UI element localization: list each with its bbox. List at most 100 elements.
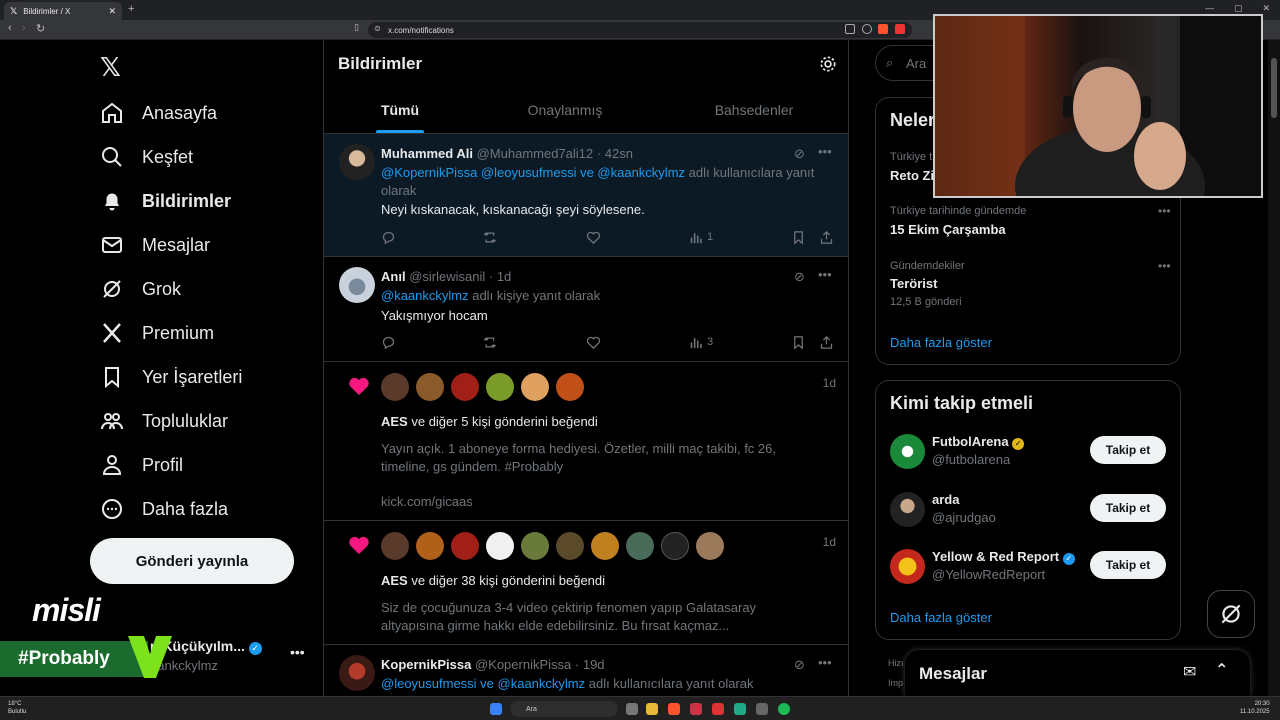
reply-notification[interactable]: Muhammed Ali @Muhammed7ali12 · 42sn ⊘ ••… bbox=[324, 134, 848, 257]
close-icon[interactable]: ✕ bbox=[108, 6, 116, 17]
avatar[interactable] bbox=[381, 373, 409, 401]
more-options-icon[interactable]: ••• bbox=[818, 655, 832, 670]
bookmark-icon[interactable] bbox=[791, 335, 806, 350]
sidebar-item-profile[interactable]: Profil bbox=[100, 445, 183, 485]
avatar[interactable] bbox=[381, 532, 409, 560]
repost-icon[interactable] bbox=[483, 230, 498, 245]
like-icon[interactable] bbox=[586, 230, 601, 245]
reply-notification[interactable]: Anıl @sirlewisanil · 1d ⊘ ••• @kaankckyl… bbox=[324, 257, 848, 362]
clock[interactable]: 20:30 11.10.2025 bbox=[1240, 700, 1270, 716]
repost-icon[interactable] bbox=[483, 335, 498, 350]
more-options-icon[interactable]: ••• bbox=[1158, 259, 1171, 273]
tab-mentions[interactable]: Bahsedenler bbox=[696, 102, 812, 118]
avatar[interactable] bbox=[626, 532, 654, 560]
avatar[interactable] bbox=[451, 532, 479, 560]
follow-button[interactable]: Takip et bbox=[1090, 494, 1166, 522]
avatar[interactable] bbox=[591, 532, 619, 560]
reply-mentions[interactable]: @KopernikPissa @leoyusufmessi ve @kaankc… bbox=[381, 165, 685, 180]
grok-icon[interactable]: ⊘ bbox=[794, 146, 805, 162]
file-explorer-icon[interactable] bbox=[646, 703, 658, 715]
follow-button[interactable]: Takip et bbox=[1090, 551, 1166, 579]
browser-tab[interactable]: 𝕏 Bildirimler / X ✕ bbox=[4, 2, 122, 20]
sidebar-item-more[interactable]: Daha fazla bbox=[100, 489, 228, 529]
close-window-icon[interactable]: ✕ bbox=[1262, 3, 1270, 14]
spotify-icon[interactable] bbox=[778, 703, 790, 715]
author-handle[interactable]: @sirlewisanil bbox=[409, 269, 485, 284]
bookmark-icon[interactable] bbox=[791, 230, 806, 245]
messages-drawer[interactable]: Mesajlar ✉ ⌃ bbox=[905, 650, 1250, 696]
app-icon[interactable] bbox=[690, 703, 702, 715]
follow-button[interactable]: Takip et bbox=[1090, 436, 1166, 464]
windows-start-icon[interactable] bbox=[490, 703, 502, 715]
follow-suggestion[interactable]: arda @ajrudgao Takip et bbox=[890, 490, 1168, 530]
address-bar[interactable]: ⊜ x.com/notifications bbox=[368, 22, 912, 38]
reply-mentions[interactable]: @kaankckylmz bbox=[381, 288, 469, 303]
sidebar-item-messages[interactable]: Mesajlar bbox=[100, 225, 210, 265]
avatar[interactable] bbox=[451, 373, 479, 401]
more-options-icon[interactable]: ••• bbox=[818, 267, 832, 282]
avatar[interactable] bbox=[339, 655, 375, 691]
sidebar-item-bookmarks[interactable]: Yer İşaretleri bbox=[100, 357, 242, 397]
avatar[interactable] bbox=[890, 434, 925, 469]
avatar[interactable] bbox=[890, 549, 925, 584]
task-view-icon[interactable] bbox=[626, 703, 638, 715]
forward-icon[interactable]: › bbox=[22, 22, 26, 34]
gear-icon[interactable] bbox=[818, 54, 838, 74]
reload-icon[interactable]: ↻ bbox=[36, 22, 45, 35]
avatar[interactable] bbox=[339, 144, 375, 180]
back-icon[interactable]: ‹ bbox=[8, 22, 12, 34]
author-handle[interactable]: @Muhammed7ali12 bbox=[477, 146, 594, 161]
avatar[interactable] bbox=[521, 532, 549, 560]
avatar[interactable] bbox=[486, 532, 514, 560]
post-link[interactable]: kick.com/gicaas bbox=[381, 493, 473, 511]
weather-widget[interactable]: 18°C Bulutlu bbox=[8, 700, 26, 716]
sidebar-item-premium[interactable]: Premium bbox=[100, 313, 214, 353]
like-notification[interactable]: 1d AES ve diğer 38 kişi gönderini beğend… bbox=[324, 521, 848, 645]
views-icon[interactable] bbox=[689, 230, 704, 245]
cast-icon[interactable] bbox=[845, 24, 855, 34]
more-options-icon[interactable]: ••• bbox=[290, 644, 305, 660]
footer-link[interactable]: Hizı bbox=[888, 658, 904, 668]
zoom-icon[interactable] bbox=[862, 24, 872, 34]
expand-icon[interactable]: ⌃ bbox=[1215, 660, 1228, 680]
liker-name[interactable]: AES bbox=[381, 573, 408, 588]
show-more-link[interactable]: Daha fazla göster bbox=[890, 610, 992, 625]
follow-suggestion[interactable]: Yellow & Red Report ✓ @YellowRedReport T… bbox=[890, 547, 1168, 587]
avatar[interactable] bbox=[661, 532, 689, 560]
more-options-icon[interactable]: ••• bbox=[1158, 204, 1171, 218]
author-handle[interactable]: @KopernikPissa bbox=[475, 657, 571, 672]
more-options-icon[interactable]: ••• bbox=[818, 144, 832, 159]
avatar[interactable] bbox=[521, 373, 549, 401]
footer-link[interactable]: Imp bbox=[888, 678, 903, 688]
avatar[interactable] bbox=[339, 267, 375, 303]
reply-icon[interactable] bbox=[381, 335, 396, 350]
share-icon[interactable] bbox=[819, 335, 834, 350]
avatar[interactable] bbox=[696, 532, 724, 560]
reply-icon[interactable] bbox=[381, 230, 396, 245]
taskbar-search[interactable]: Ara bbox=[510, 701, 618, 717]
like-notification[interactable]: 1d AES ve diğer 5 kişi gönderini beğendi… bbox=[324, 362, 848, 521]
scrollbar[interactable] bbox=[1268, 40, 1280, 696]
reply-mentions[interactable]: @leoyusufmessi ve @kaankckylmz bbox=[381, 676, 585, 691]
warning-icon[interactable] bbox=[895, 24, 905, 34]
author-name[interactable]: Muhammed Ali bbox=[381, 146, 473, 161]
grok-icon[interactable]: ⊘ bbox=[794, 657, 805, 673]
sidebar-item-grok[interactable]: Grok bbox=[100, 269, 181, 309]
grok-button[interactable] bbox=[1207, 590, 1255, 638]
app-icon[interactable] bbox=[756, 703, 768, 715]
tab-verified[interactable]: Onaylanmış bbox=[510, 102, 620, 118]
like-icon[interactable] bbox=[586, 335, 601, 350]
post-button[interactable]: Gönderi yayınla bbox=[90, 538, 294, 584]
app-icon[interactable] bbox=[712, 703, 724, 715]
follow-suggestion[interactable]: FutbolArena ✓ @futbolarena Takip et bbox=[890, 432, 1168, 472]
minimize-icon[interactable]: — bbox=[1205, 3, 1214, 14]
avatar[interactable] bbox=[556, 532, 584, 560]
bookmark-page-icon[interactable]: ▯ bbox=[354, 22, 359, 33]
grok-icon[interactable]: ⊘ bbox=[794, 269, 805, 285]
views-icon[interactable] bbox=[689, 335, 704, 350]
sidebar-item-home[interactable]: Anasayfa bbox=[100, 93, 217, 133]
brave-shield-icon[interactable] bbox=[878, 24, 888, 34]
app-icon[interactable] bbox=[734, 703, 746, 715]
site-info-icon[interactable]: ⊜ bbox=[374, 24, 381, 33]
avatar[interactable] bbox=[486, 373, 514, 401]
